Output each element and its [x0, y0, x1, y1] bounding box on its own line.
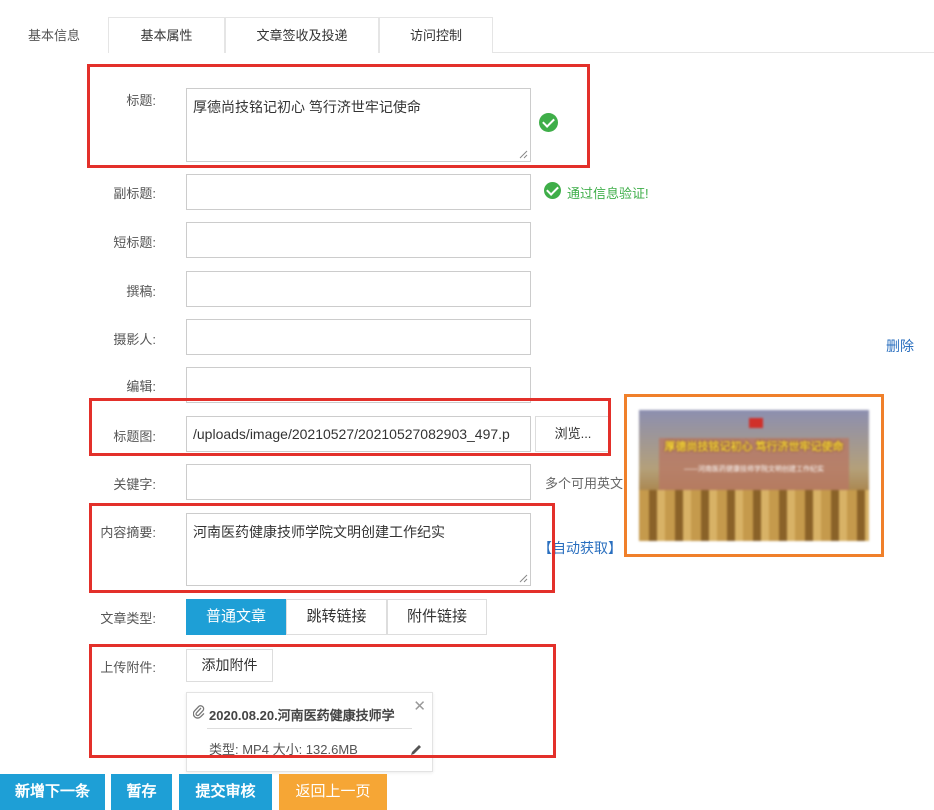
back-button[interactable]: 返回上一页 [279, 774, 387, 810]
highlight-title-image-box [89, 398, 611, 456]
photographer-input[interactable] [186, 319, 531, 355]
tab-sign-delivery[interactable]: 文章签收及投递 [225, 17, 379, 53]
subtitle-label: 副标题: [113, 186, 156, 201]
delete-image-link[interactable]: 删除 [886, 336, 914, 356]
highlight-summary-box [89, 503, 555, 593]
tab-access-control[interactable]: 访问控制 [379, 17, 493, 53]
tab-bar: 基本信息 基本属性 文章签收及投递 访问控制 [0, 17, 934, 53]
tab-basic-info[interactable]: 基本信息 [0, 17, 108, 53]
article-type-attachment[interactable]: 附件链接 [387, 599, 487, 635]
photographer-label: 摄影人: [113, 332, 156, 347]
author-input[interactable] [186, 271, 531, 307]
highlight-thumbnail-box [624, 394, 884, 557]
short-title-label: 短标题: [113, 235, 156, 250]
subtitle-input[interactable] [186, 174, 531, 210]
tab-basic-attributes[interactable]: 基本属性 [108, 17, 225, 53]
keywords-input[interactable] [186, 464, 531, 500]
highlight-upload-box [89, 644, 556, 758]
editor-label: 编辑: [126, 379, 156, 394]
highlight-title-box [87, 64, 590, 168]
add-next-button[interactable]: 新增下一条 [0, 774, 105, 810]
author-label: 撰稿: [126, 284, 156, 299]
article-type-redirect[interactable]: 跳转链接 [286, 599, 387, 635]
article-type-normal[interactable]: 普通文章 [186, 599, 286, 635]
submit-review-button[interactable]: 提交审核 [179, 774, 272, 810]
keywords-label: 关键字: [113, 477, 156, 492]
keywords-hint: 多个可用英文 [545, 476, 624, 491]
validation-message: 通过信息验证! [567, 186, 649, 201]
article-type-label: 文章类型: [100, 611, 156, 626]
save-draft-button[interactable]: 暂存 [111, 774, 172, 810]
validation-check-icon [544, 182, 561, 199]
short-title-input[interactable] [186, 222, 531, 258]
